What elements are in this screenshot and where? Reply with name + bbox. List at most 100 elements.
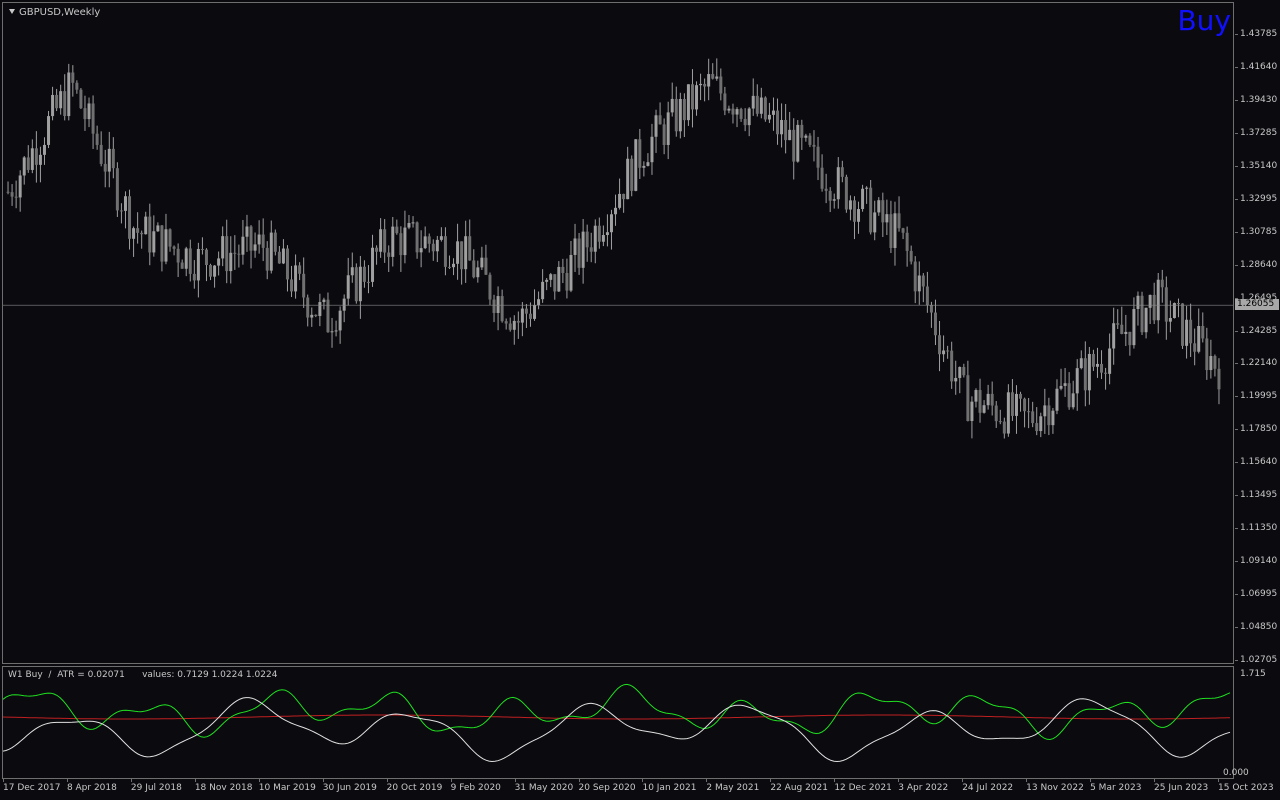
- candle-body: [569, 254, 573, 291]
- dropdown-triangle-icon[interactable]: [9, 9, 15, 14]
- candle-body: [277, 251, 281, 264]
- candle-body: [439, 236, 443, 240]
- candle-body: [662, 124, 666, 145]
- candle-body: [237, 253, 241, 255]
- candle-body: [59, 91, 63, 109]
- price-tick-mark: [1235, 627, 1238, 629]
- candle-body: [763, 97, 767, 120]
- candle-body: [314, 314, 318, 317]
- candle-body: [83, 108, 87, 120]
- candle-body: [290, 279, 294, 292]
- candle-body: [577, 238, 581, 268]
- candle-body: [597, 225, 601, 242]
- main-chart-pane[interactable]: GBPUSD,Weekly Buy: [2, 2, 1234, 664]
- candle-body: [998, 421, 1002, 423]
- price-tick-label: 1.24285: [1240, 325, 1278, 336]
- candle-body: [196, 248, 200, 281]
- candle-body: [383, 229, 387, 253]
- candle-body: [342, 298, 346, 311]
- candle-body: [217, 258, 221, 266]
- candle-body: [820, 167, 824, 189]
- chart-symbol-label: GBPUSD,Weekly: [19, 7, 101, 18]
- candle-body: [1209, 356, 1213, 371]
- price-tick-label: 1.35140: [1240, 160, 1278, 171]
- candle-body: [549, 274, 553, 280]
- candle-body: [221, 236, 225, 259]
- candle-body: [366, 281, 370, 283]
- candle-body: [1019, 393, 1023, 399]
- candle-body: [399, 233, 403, 256]
- price-tick-mark: [1235, 396, 1238, 398]
- indicator-green-line: [3, 683, 1231, 741]
- price-tick-label: 1.17850: [1240, 424, 1278, 435]
- candle-body: [626, 158, 630, 200]
- candle-body: [751, 95, 755, 109]
- price-tick-label: 1.37285: [1240, 127, 1278, 138]
- price-tick-label: 1.28640: [1240, 259, 1278, 270]
- time-tick-mark: [194, 779, 196, 782]
- candle-body: [634, 139, 638, 191]
- candle-body: [1031, 411, 1035, 424]
- candle-body: [107, 148, 111, 172]
- price-tick-mark: [1235, 66, 1238, 68]
- indicator-scale: 1.715 0.000: [1223, 666, 1280, 779]
- time-tick-mark: [706, 779, 708, 782]
- candle-body: [225, 236, 229, 272]
- candle-body: [128, 196, 132, 239]
- candle-body: [1071, 393, 1075, 408]
- candle-body: [1075, 368, 1079, 394]
- candle-body: [921, 275, 925, 287]
- price-tick-label: 1.41640: [1240, 61, 1278, 72]
- candle-body: [298, 265, 302, 274]
- candle-body: [200, 248, 204, 250]
- candle-body: [978, 390, 982, 413]
- price-scale[interactable]: 1.43785 1.41640 1.39430 1.37285 1.35140 1.329…: [1235, 2, 1280, 665]
- candle-body: [678, 99, 682, 132]
- candle-body: [877, 200, 881, 213]
- candle-body: [213, 265, 217, 277]
- candlestick-chart: [3, 58, 1233, 439]
- candle-body: [192, 273, 196, 281]
- candle-body: [322, 299, 326, 303]
- candle-body: [431, 243, 435, 252]
- time-axis[interactable]: 17 Dec 2017 8 Apr 2018 29 Jul 2018 18 Nov 2…: [0, 779, 1280, 800]
- indicator-pane[interactable]: W1 Buy / ATR = 0.02071 values: 0.7129 1.…: [2, 666, 1234, 779]
- candle-body: [330, 331, 334, 333]
- candle-body: [346, 275, 350, 299]
- candle-body: [1043, 405, 1047, 417]
- candle-body: [719, 76, 723, 94]
- candle-body: [666, 112, 670, 145]
- buy-signal-label: Buy: [1177, 4, 1231, 37]
- candle-body: [836, 167, 840, 200]
- candle-body: [541, 281, 545, 300]
- candle-body: [585, 231, 589, 248]
- time-tick-label: 3 Apr 2022: [898, 783, 949, 793]
- candle-body: [1217, 368, 1221, 390]
- candle-body: [1136, 295, 1140, 309]
- price-tick-mark: [1235, 429, 1238, 431]
- candle-body: [1193, 343, 1197, 352]
- candle-body: [75, 82, 79, 90]
- candle-body: [743, 118, 747, 126]
- candle-body: [861, 188, 865, 210]
- candle-body: [257, 234, 261, 245]
- candle-body: [184, 248, 188, 269]
- candle-body: [885, 214, 889, 223]
- candle-body: [1063, 383, 1067, 386]
- candle-body: [711, 74, 715, 79]
- time-tick-label: 12 Dec 2021: [834, 783, 892, 793]
- time-tick-label: 15 Oct 2023: [1218, 783, 1274, 793]
- price-tick-mark: [1235, 264, 1238, 266]
- candle-body: [747, 108, 751, 126]
- candle-body: [492, 299, 496, 313]
- candle-body: [804, 135, 808, 138]
- price-tick-label: 1.04850: [1240, 622, 1278, 633]
- price-tick-mark: [1235, 132, 1238, 134]
- price-tick-label: 1.06995: [1240, 589, 1278, 600]
- time-tick-label: 20 Oct 2019: [386, 783, 443, 793]
- candle-body: [500, 296, 504, 322]
- candle-body: [844, 176, 848, 210]
- candle-body: [913, 261, 917, 292]
- price-tick-mark: [1235, 363, 1238, 365]
- candle-body: [857, 209, 861, 222]
